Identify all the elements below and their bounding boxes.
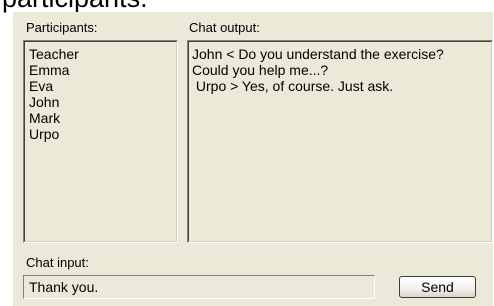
chat-input-value: Thank you. xyxy=(29,279,99,295)
send-button-label: Send xyxy=(421,279,454,295)
participant-item-eva[interactable]: Eva xyxy=(29,78,175,94)
chat-output-area[interactable]: John < Do you understand the exercise? C… xyxy=(187,40,493,243)
chat-panel: Participants: Chat output: Teacher Emma … xyxy=(13,12,493,306)
chat-output-text: John < Do you understand the exercise? C… xyxy=(192,46,490,240)
chat-input-field[interactable]: Thank you. xyxy=(23,275,375,299)
participants-label: Participants: xyxy=(26,20,98,35)
participant-item-emma[interactable]: Emma xyxy=(29,62,175,78)
chat-output-label: Chat output: xyxy=(189,20,260,35)
participants-listbox[interactable]: Teacher Emma Eva John Mark Urpo xyxy=(23,40,178,243)
chat-input-label: Chat input: xyxy=(26,255,89,270)
send-button[interactable]: Send xyxy=(399,276,476,298)
chat-message: John < Do you understand the exercise? xyxy=(192,46,444,62)
participants-list: Teacher Emma Eva John Mark Urpo xyxy=(29,46,175,240)
participant-item-teacher[interactable]: Teacher xyxy=(29,46,175,62)
participant-item-john[interactable]: John xyxy=(29,94,175,110)
chat-message: Urpo > Yes, of course. Just ask. xyxy=(192,78,394,94)
participant-item-mark[interactable]: Mark xyxy=(29,110,175,126)
participant-item-urpo[interactable]: Urpo xyxy=(29,126,175,142)
chat-message: Could you help me...? xyxy=(192,62,329,78)
